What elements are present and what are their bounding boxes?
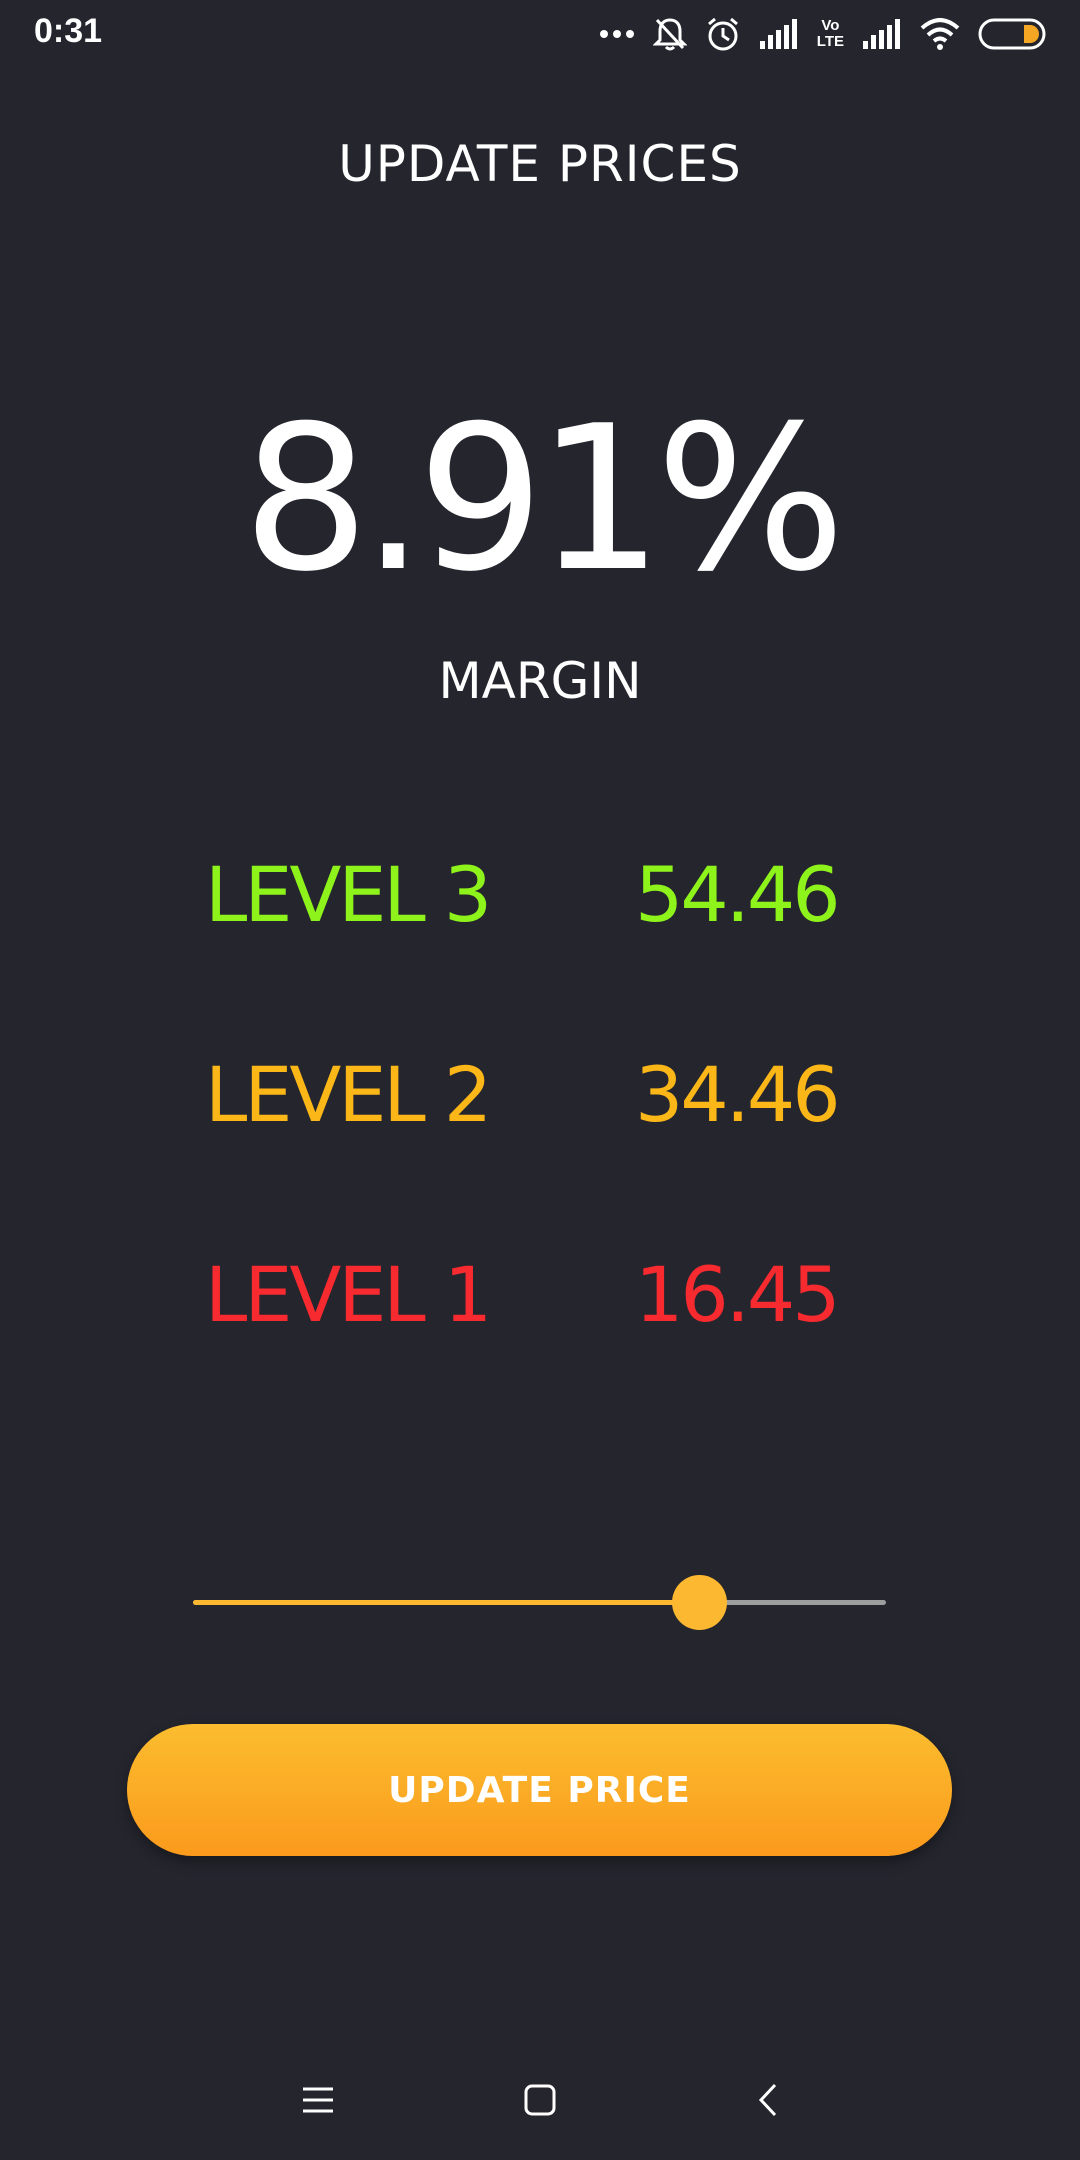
signal-icon	[759, 19, 799, 49]
page-title: UPDATE PRICES	[338, 135, 742, 193]
app-screen: 0:31 Vo LTE UPDATE PRICES 8.91% MARGIN L…	[0, 0, 1080, 2160]
slider-thumb[interactable]	[671, 1575, 727, 1630]
wifi-icon	[920, 18, 960, 50]
status-bar: 0:31 Vo LTE	[0, 0, 1080, 66]
home-square-icon[interactable]	[510, 2070, 570, 2130]
alarm-icon	[705, 16, 741, 52]
level-1-value: 16.45	[635, 1250, 841, 1339]
level-1-label: LEVEL 1	[205, 1250, 492, 1339]
back-chevron-icon[interactable]	[738, 2070, 798, 2130]
level-row-3: LEVEL 3 54.46	[205, 850, 905, 940]
battery-icon	[978, 18, 1046, 50]
status-icons: Vo LTE	[599, 12, 1046, 56]
slider-fill	[193, 1600, 699, 1605]
status-time: 0:31	[34, 12, 103, 50]
bell-muted-icon	[652, 16, 687, 52]
margin-label: MARGIN	[438, 652, 642, 710]
level-3-label: LEVEL 3	[205, 850, 492, 939]
level-2-value: 34.46	[635, 1050, 841, 1139]
more-dots-icon	[599, 29, 635, 39]
signal-icon	[862, 19, 902, 49]
update-price-label: UPDATE PRICE	[388, 1769, 691, 1811]
update-price-button[interactable]: UPDATE PRICE	[127, 1724, 952, 1856]
level-row-2: LEVEL 2 34.46	[205, 1050, 905, 1140]
menu-icon[interactable]	[288, 2070, 348, 2130]
level-2-label: LEVEL 2	[205, 1050, 492, 1139]
volte-icon: Vo LTE	[816, 17, 844, 50]
system-nav-bar	[0, 2040, 1080, 2160]
level-row-1: LEVEL 1 16.45	[205, 1250, 905, 1340]
margin-slider[interactable]	[193, 1572, 886, 1632]
margin-value: 8.91%	[242, 383, 845, 616]
level-3-value: 54.46	[635, 850, 841, 939]
